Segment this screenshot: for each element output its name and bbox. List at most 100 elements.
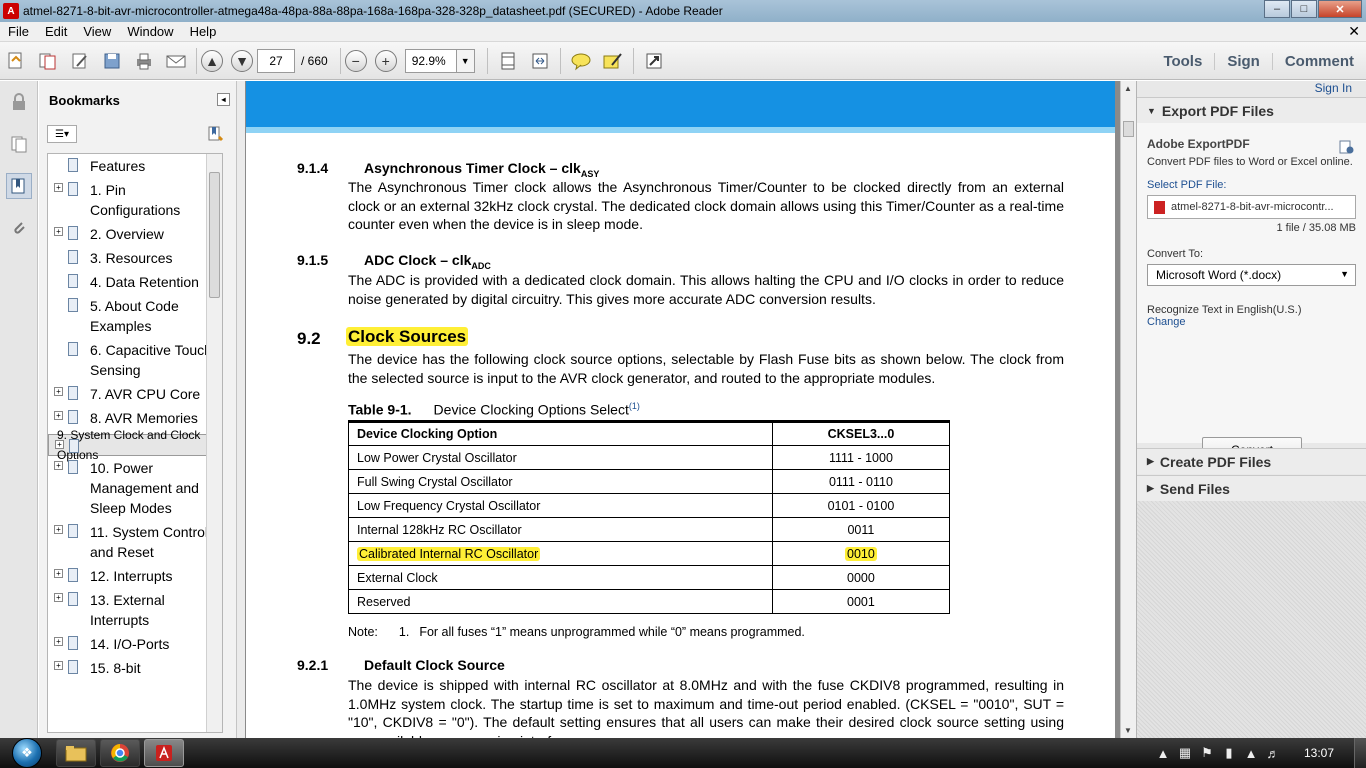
- save-icon[interactable]: [99, 48, 125, 74]
- page-number-input[interactable]: [257, 48, 295, 73]
- expand-icon[interactable]: +: [54, 183, 63, 192]
- maximize-button[interactable]: □: [1291, 0, 1317, 18]
- create-pdf-section-header[interactable]: ▶ Create PDF Files: [1137, 448, 1366, 474]
- highlight-text-icon[interactable]: [600, 48, 626, 74]
- scrollbar-thumb[interactable]: [209, 172, 220, 298]
- bookmark-item[interactable]: +2. Overview: [48, 222, 222, 246]
- highlight-annotation[interactable]: Clock Sources: [346, 327, 469, 346]
- close-button[interactable]: ✕: [1318, 0, 1362, 18]
- scroll-up-icon[interactable]: ▲: [1124, 84, 1132, 93]
- edit-pdf-icon[interactable]: [67, 48, 93, 74]
- zoom-in-icon[interactable]: +: [374, 49, 397, 72]
- expand-icon[interactable]: +: [54, 387, 63, 396]
- volume-icon[interactable]: ♬: [1262, 746, 1284, 761]
- show-hidden-icons-icon[interactable]: ▲: [1152, 746, 1174, 761]
- start-button-icon[interactable]: ❖: [12, 738, 42, 768]
- scrollbar-thumb[interactable]: [1123, 121, 1134, 137]
- menu-view[interactable]: View: [75, 24, 119, 39]
- menu-edit[interactable]: Edit: [37, 24, 75, 39]
- paragraph: The device has the following clock sourc…: [348, 351, 1064, 386]
- window-title: atmel-8271-8-bit-avr-microcontroller-atm…: [23, 4, 723, 18]
- email-icon[interactable]: [163, 48, 189, 74]
- bookmark-icon: [68, 636, 78, 650]
- bookmark-item[interactable]: 5. About Code Examples: [48, 294, 222, 338]
- bookmark-item[interactable]: +15. 8-bit: [48, 656, 222, 680]
- bookmark-item[interactable]: 3. Resources: [48, 246, 222, 270]
- highlight-annotation[interactable]: 0010: [845, 546, 877, 561]
- comment-link[interactable]: Comment: [1271, 52, 1366, 70]
- lock-icon[interactable]: [6, 89, 32, 115]
- bookmark-item[interactable]: 6. Capacitive Touch Sensing: [48, 338, 222, 382]
- bookmark-item-selected[interactable]: +9. System Clock and Clock Options: [48, 428, 222, 462]
- zoom-dropdown-icon[interactable]: ▼: [456, 48, 475, 73]
- menu-window[interactable]: Window: [119, 24, 181, 39]
- explorer-taskbar-icon[interactable]: [56, 739, 96, 767]
- bookmark-item[interactable]: +12. Interrupts: [48, 564, 222, 588]
- expand-icon[interactable]: +: [54, 637, 63, 646]
- full-screen-icon[interactable]: [641, 48, 667, 74]
- bookmark-item[interactable]: +7. AVR CPU Core: [48, 382, 222, 406]
- previous-page-icon[interactable]: ▲: [201, 49, 223, 72]
- document-close-icon[interactable]: ✕: [1348, 23, 1360, 40]
- bookmarks-scrollbar[interactable]: [206, 154, 222, 732]
- panel-splitter[interactable]: [237, 81, 245, 738]
- bookmark-item[interactable]: +14. I/O-Ports: [48, 632, 222, 656]
- expand-icon[interactable]: +: [54, 661, 63, 670]
- zoom-out-icon[interactable]: −: [344, 49, 367, 72]
- fit-page-icon[interactable]: [495, 48, 521, 74]
- next-page-icon[interactable]: ▼: [231, 49, 253, 72]
- expand-icon[interactable]: +: [55, 440, 64, 449]
- expand-icon[interactable]: +: [54, 461, 63, 470]
- page-thumbnails-icon[interactable]: [6, 131, 32, 157]
- adobe-reader-taskbar-icon[interactable]: [144, 739, 184, 767]
- expand-icon[interactable]: +: [54, 569, 63, 578]
- bookmark-item[interactable]: +1. Pin Configurations: [48, 178, 222, 222]
- taskbar-clock[interactable]: 13:07: [1284, 746, 1354, 760]
- highlight-annotation[interactable]: Calibrated Internal RC Oscillator: [357, 546, 541, 561]
- bookmark-item[interactable]: +10. Power Management and Sleep Modes: [48, 456, 222, 520]
- export-pdf-section-header[interactable]: ▼ Export PDF Files: [1137, 97, 1366, 123]
- battery-icon[interactable]: ▮: [1218, 745, 1240, 761]
- collapse-panel-icon[interactable]: ◂: [217, 93, 230, 106]
- document-scrollbar[interactable]: ▲ ▼: [1120, 81, 1136, 738]
- section-number: 9.1.4: [297, 160, 329, 176]
- selected-file-field[interactable]: atmel-8271-8-bit-avr-microcontr...: [1147, 195, 1356, 219]
- tools-link[interactable]: Tools: [1151, 53, 1214, 70]
- bookmark-item[interactable]: Features: [48, 154, 222, 178]
- new-bookmark-icon[interactable]: [206, 125, 224, 143]
- change-language-link[interactable]: Change: [1147, 316, 1356, 328]
- bookmark-icon: [68, 182, 78, 196]
- show-desktop-button[interactable]: [1354, 738, 1366, 768]
- action-center-icon[interactable]: ⚑: [1196, 745, 1218, 761]
- bookmark-options-icon[interactable]: ☰▾: [47, 125, 77, 143]
- expand-icon[interactable]: +: [54, 227, 63, 236]
- expand-icon[interactable]: +: [54, 525, 63, 534]
- zoom-input[interactable]: [404, 48, 457, 73]
- send-files-section-header[interactable]: ▶ Send Files: [1137, 475, 1366, 501]
- attachments-icon[interactable]: [6, 215, 32, 241]
- bookmarks-panel-icon[interactable]: [6, 173, 32, 199]
- create-pdf-icon[interactable]: [3, 48, 29, 74]
- minimize-button[interactable]: –: [1264, 0, 1290, 18]
- bookmark-icon: [69, 439, 79, 453]
- expand-icon[interactable]: +: [54, 593, 63, 602]
- convert-to-select[interactable]: Microsoft Word (*.docx) ▼: [1147, 264, 1356, 286]
- expand-icon[interactable]: +: [54, 411, 63, 420]
- windows-flag-icon[interactable]: ▦: [1174, 745, 1196, 761]
- bookmark-item[interactable]: +11. System Control and Reset: [48, 520, 222, 564]
- bookmark-item[interactable]: +13. External Interrupts: [48, 588, 222, 632]
- menu-file[interactable]: File: [0, 24, 37, 39]
- print-icon[interactable]: [131, 48, 157, 74]
- bookmark-item[interactable]: 4. Data Retention: [48, 270, 222, 294]
- menu-help[interactable]: Help: [182, 24, 225, 39]
- fit-width-icon[interactable]: [527, 48, 553, 74]
- combine-files-icon[interactable]: [35, 48, 61, 74]
- export-options-icon[interactable]: [1338, 139, 1354, 158]
- table-row: External Clock 0000: [348, 565, 951, 590]
- scroll-down-icon[interactable]: ▼: [1124, 726, 1132, 735]
- sign-link[interactable]: Sign: [1214, 52, 1272, 70]
- chrome-taskbar-icon[interactable]: [100, 739, 140, 767]
- sticky-note-icon[interactable]: [568, 48, 594, 74]
- sign-in-link[interactable]: Sign In: [1137, 81, 1366, 97]
- network-signal-icon[interactable]: ▲: [1240, 746, 1262, 761]
